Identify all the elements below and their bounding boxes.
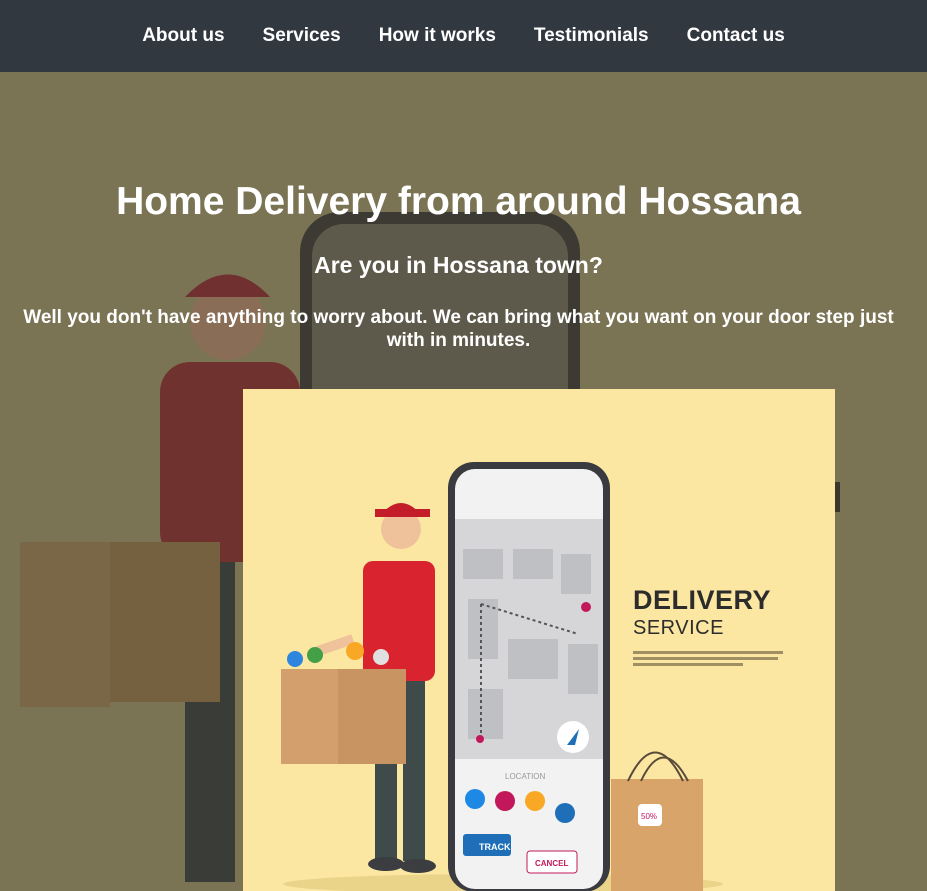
track-button-label: TRACK — [479, 842, 511, 852]
delivery-heading: DELIVERY — [633, 585, 772, 615]
delivery-scene-image: LOCATION TRACK CANCEL 50% — [281, 462, 783, 891]
cancel-button-label: CANCEL — [535, 859, 568, 868]
nav-how-it-works[interactable]: How it works — [379, 25, 496, 47]
hero-title: Home Delivery from around Hossana — [116, 180, 801, 223]
delivery-illustration: LOCATION TRACK CANCEL 50% DELIVERY SERVI… — [243, 389, 835, 891]
hero-subtitle: Are you in Hossana town? — [314, 252, 603, 278]
nav-contact-us[interactable]: Contact us — [687, 25, 785, 47]
nav-testimonials[interactable]: Testimonials — [534, 25, 649, 47]
hero-description: Well you don't have anything to worry ab… — [23, 307, 894, 351]
top-navigation: About us Services How it works Testimoni… — [0, 0, 927, 72]
service-heading: SERVICE — [633, 617, 724, 639]
nav-about-us[interactable]: About us — [142, 25, 224, 47]
nav-services[interactable]: Services — [263, 25, 341, 47]
location-label: LOCATION — [505, 772, 546, 781]
bag-tag-label: 50% — [641, 812, 657, 821]
hero-section: Home Delivery from around Hossana Are yo… — [0, 72, 927, 891]
